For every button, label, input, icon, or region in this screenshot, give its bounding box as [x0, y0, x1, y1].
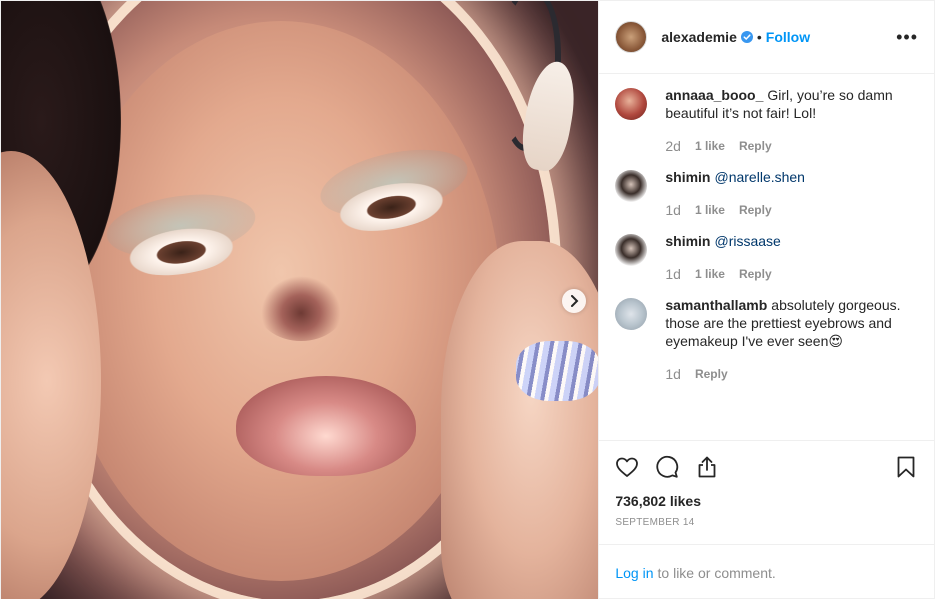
comment-item: samanthallamb absolutely gorgeous. those …	[615, 296, 918, 382]
avatar[interactable]	[615, 88, 648, 120]
avatar[interactable]	[615, 21, 648, 53]
comment-item: annaaa_booo_ Girl, you’re so damn beautif…	[615, 86, 918, 154]
separator-dot: •	[756, 29, 762, 45]
comment-username[interactable]: shimin	[665, 233, 710, 249]
post-date[interactable]: SEPTEMBER 14	[599, 509, 934, 528]
reply-button[interactable]: Reply	[739, 267, 772, 281]
post-photo[interactable]	[1, 1, 599, 599]
verified-badge-icon	[740, 31, 753, 43]
avatar[interactable]	[615, 298, 648, 330]
post-container: alexademie • Follow ••• annaaa_booo_ Girl…	[0, 0, 935, 599]
bookmark-icon[interactable]	[894, 455, 918, 479]
comment-time[interactable]: 1d	[665, 366, 681, 382]
comment-time[interactable]: 2d	[665, 138, 681, 154]
reply-button[interactable]: Reply	[695, 367, 728, 381]
chevron-right-icon	[571, 295, 579, 307]
next-photo-button[interactable]	[562, 289, 586, 313]
likes-count[interactable]: 736,802 likes	[599, 493, 934, 509]
comment-mention[interactable]: @narelle.shen	[714, 169, 805, 185]
follow-button[interactable]: Follow	[766, 29, 810, 45]
comment-item: shimin @rissaase 1d 1 like Reply	[615, 232, 918, 282]
comment-likes[interactable]: 1 like	[695, 139, 725, 153]
action-bar	[599, 441, 934, 493]
comment-mention[interactable]: @rissaase	[714, 233, 780, 249]
comment-username[interactable]: samanthallamb	[665, 297, 767, 313]
comment-username[interactable]: shimin	[665, 169, 710, 185]
comment-username[interactable]: annaaa_booo_	[665, 87, 763, 103]
comment-item: shimin @narelle.shen 1d 1 like Reply	[615, 168, 918, 218]
comment-time[interactable]: 1d	[665, 202, 681, 218]
login-link[interactable]: Log in	[615, 565, 653, 581]
comment-icon[interactable]	[655, 455, 679, 479]
login-text: to like or comment.	[657, 564, 776, 581]
comments-list[interactable]: annaaa_booo_ Girl, you’re so damn beautif…	[599, 74, 934, 441]
share-icon[interactable]	[695, 455, 719, 479]
comment-likes[interactable]: 1 like	[695, 203, 725, 217]
reply-button[interactable]: Reply	[739, 139, 772, 153]
post-header: alexademie • Follow •••	[599, 1, 934, 74]
owner-username[interactable]: alexademie	[661, 29, 737, 45]
comment-likes[interactable]: 1 like	[695, 267, 725, 281]
avatar[interactable]	[615, 170, 648, 202]
avatar[interactable]	[615, 234, 648, 266]
reply-button[interactable]: Reply	[739, 203, 772, 217]
heart-icon[interactable]	[615, 455, 639, 479]
comment-time[interactable]: 1d	[665, 266, 681, 282]
side-panel: alexademie • Follow ••• annaaa_booo_ Girl…	[598, 1, 934, 599]
more-options-icon[interactable]: •••	[896, 28, 918, 46]
login-prompt: Log in to like or comment.	[599, 544, 934, 599]
